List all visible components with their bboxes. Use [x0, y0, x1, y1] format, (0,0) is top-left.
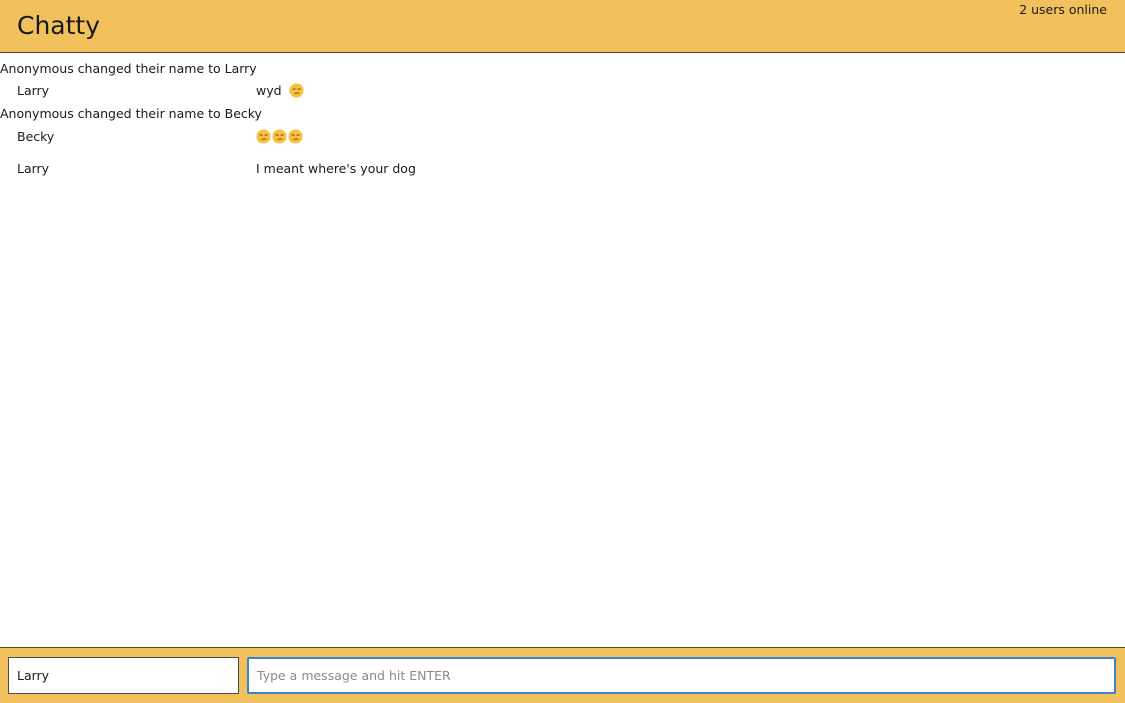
users-online-count: 2 users online [1019, 2, 1107, 17]
message-author: Larry [17, 161, 50, 176]
message-text: I meant where's your dog [256, 161, 416, 176]
message-text-content: wyd [256, 83, 282, 98]
message-row: Larry wyd [0, 81, 1125, 101]
smirk-face-icon [288, 129, 303, 144]
app-title: Chatty [17, 11, 101, 40]
message-author: Becky [17, 129, 55, 144]
message-row: Becky [0, 127, 1125, 147]
message-author: Larry [17, 83, 50, 98]
smirk-face-icon [272, 129, 287, 144]
username-input[interactable] [8, 657, 239, 694]
app-header: Chatty 2 users online [0, 0, 1125, 53]
message-row: Larry I meant where's your dog [0, 159, 1125, 179]
message-list: Anonymous changed their name to Larry La… [0, 53, 1125, 647]
message-text [256, 127, 304, 147]
message-text: wyd [256, 81, 305, 101]
chat-app: Chatty 2 users online Anonymous changed … [0, 0, 1125, 703]
system-message: Anonymous changed their name to Becky [0, 106, 262, 121]
message-input[interactable] [247, 657, 1116, 694]
composer-bar [0, 647, 1125, 703]
smirk-face-icon [289, 83, 304, 98]
system-message: Anonymous changed their name to Larry [0, 61, 257, 76]
smirk-face-icon [256, 129, 271, 144]
